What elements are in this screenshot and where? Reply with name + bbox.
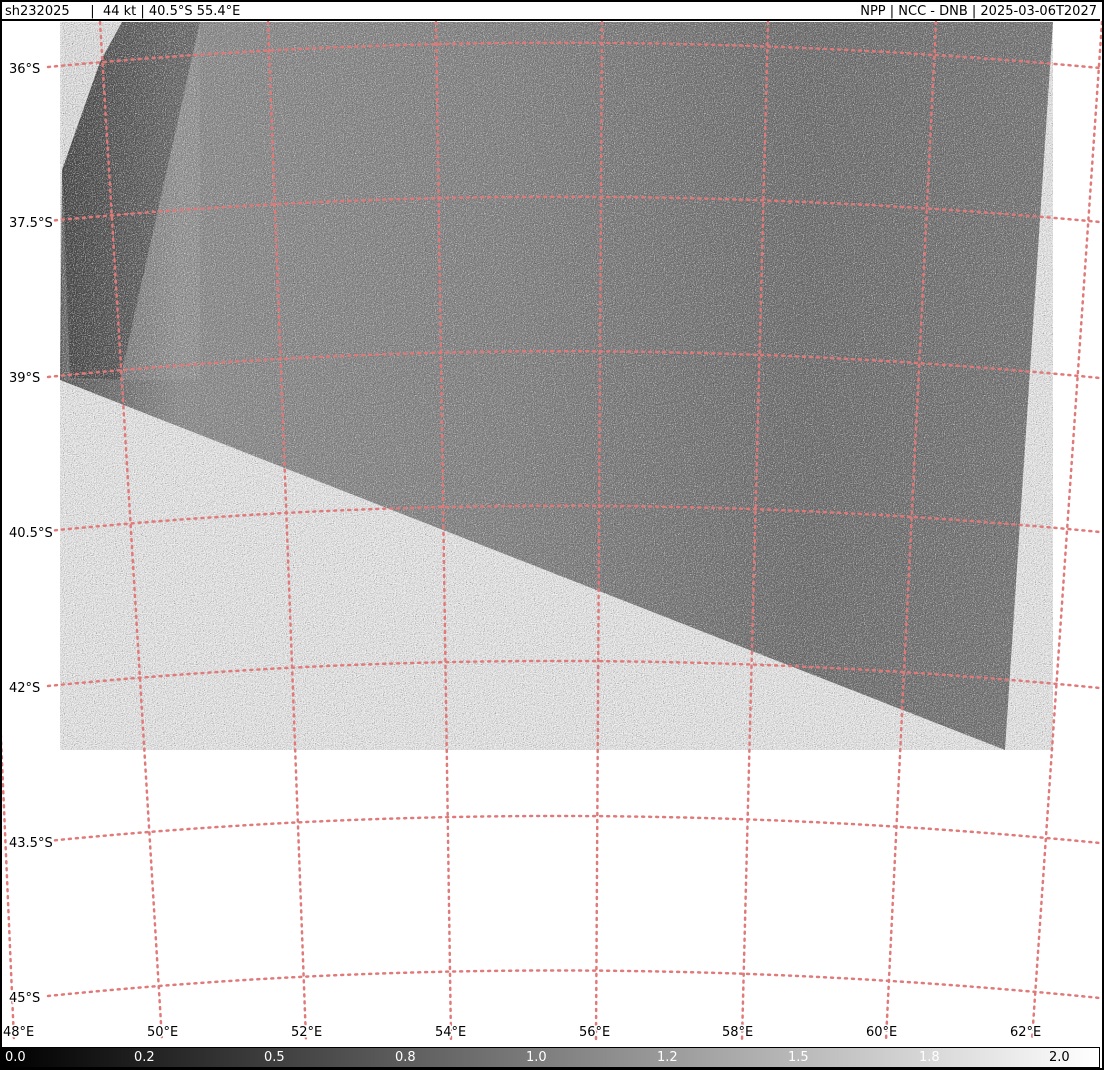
lon-label-50: 50°E xyxy=(147,1025,178,1040)
lon-label-58: 58°E xyxy=(722,1025,753,1040)
map-canvas: 36°S 37.5°S 39°S 40.5°S 42°S 43.5°S 45°S… xyxy=(0,20,1104,1042)
colorbar-tick: 2.0 xyxy=(1049,1050,1070,1065)
lon-label-52: 52°E xyxy=(291,1025,322,1040)
colorbar-tick: 0.2 xyxy=(134,1050,155,1065)
colorbar-tick: 1.2 xyxy=(657,1050,678,1065)
lat-label-39: 39°S xyxy=(9,371,40,386)
lon-label-54: 54°E xyxy=(435,1025,466,1040)
colorbar-tick: 0.0 xyxy=(5,1050,26,1065)
lat-line-43-5 xyxy=(46,814,1102,845)
colorbar-tick: 0.5 xyxy=(264,1050,285,1065)
lat-line-45 xyxy=(46,969,1102,1000)
colorbar-tick: 1.5 xyxy=(788,1050,809,1065)
map-frame: 36°S 37.5°S 39°S 40.5°S 42°S 43.5°S 45°S… xyxy=(0,0,1104,1070)
imagery-swath xyxy=(60,22,1053,750)
colorbar-tick: 0.8 xyxy=(395,1050,416,1065)
lat-label-42: 42°S xyxy=(9,681,40,696)
colorbar-tick: 1.0 xyxy=(526,1050,547,1065)
lon-label-56: 56°E xyxy=(579,1025,610,1040)
sensor-info-text: NPP | NCC - DNB | 2025-03-06T2027 xyxy=(860,4,1097,19)
lat-label-36: 36°S xyxy=(9,62,40,77)
colorbar: 0.0 0.2 0.5 0.8 1.0 1.2 1.5 1.8 2.0 xyxy=(2,1047,1100,1068)
lon-label-48: 48°E xyxy=(3,1025,34,1040)
lon-label-62: 62°E xyxy=(1010,1025,1041,1040)
lat-label-40-5: 40.5°S xyxy=(9,526,53,541)
colorbar-tick: 1.8 xyxy=(919,1050,940,1065)
lat-label-43-5: 43.5°S xyxy=(9,836,53,851)
title-bar: sh232025 | 44 kt | 40.5°S 55.4°E NPP | N… xyxy=(2,2,1100,21)
lat-label-45: 45°S xyxy=(9,991,40,1006)
lat-label-37-5: 37.5°S xyxy=(9,216,53,231)
storm-info-text: sh232025 | 44 kt | 40.5°S 55.4°E xyxy=(5,4,241,19)
lon-label-60: 60°E xyxy=(866,1025,897,1040)
